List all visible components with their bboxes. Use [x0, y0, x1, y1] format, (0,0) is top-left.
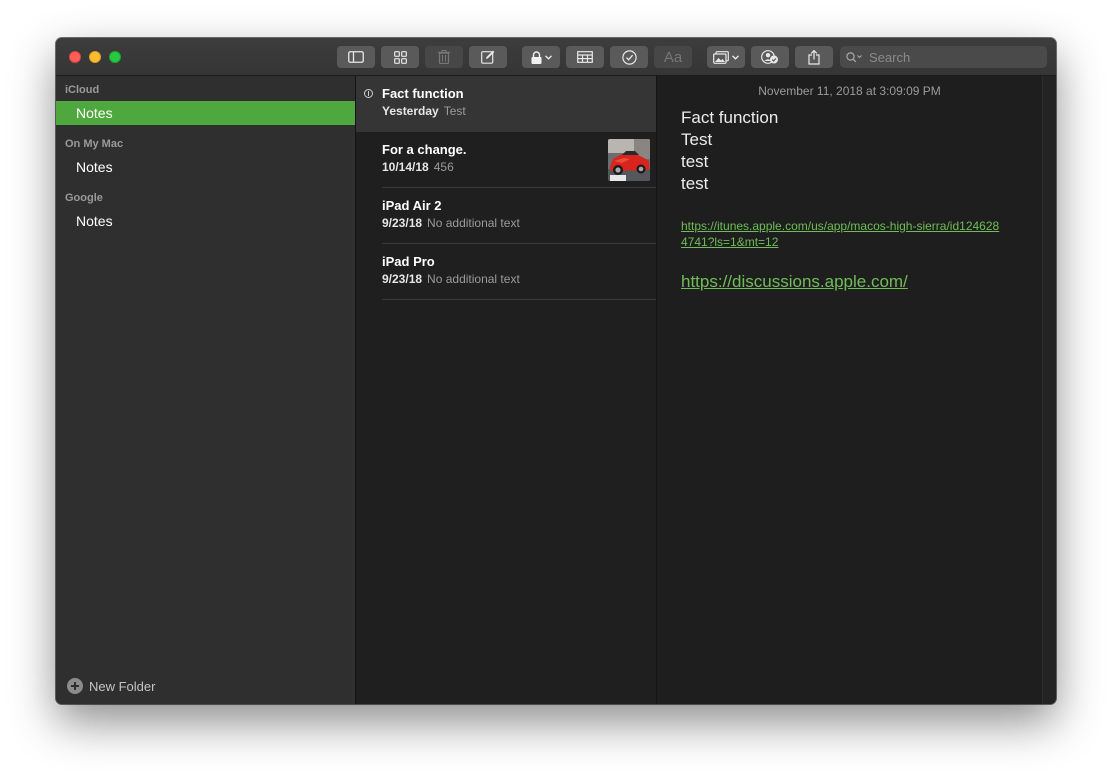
- folder-label: Notes: [76, 159, 113, 175]
- list-item[interactable]: For a change. 10/14/18 456: [356, 132, 656, 188]
- note-thumbnail: [608, 139, 650, 181]
- plus-circle-icon: [67, 678, 83, 694]
- sidebar-item-google-notes[interactable]: Notes: [56, 209, 355, 233]
- new-folder-label: New Folder: [89, 678, 156, 694]
- notes-window: Aa iCloud Notes On My Mac Notes Google N…: [56, 38, 1056, 704]
- checklist-button[interactable]: [610, 46, 648, 68]
- car-photo-icon: [608, 139, 650, 181]
- photo-icon: [713, 50, 729, 64]
- lock-note-button[interactable]: [522, 46, 560, 68]
- folder-label: Notes: [76, 213, 113, 229]
- sidebar-item-icloud-notes[interactable]: Notes: [56, 101, 355, 125]
- note-meta: Yesterday Test: [382, 104, 466, 118]
- compose-icon: [481, 50, 495, 64]
- note-title: For a change.: [382, 142, 467, 157]
- note-meta: 9/23/18 No additional text: [382, 216, 520, 230]
- note-preview: No additional text: [427, 272, 520, 286]
- title-bar: Aa: [56, 38, 1056, 76]
- note-date: 9/23/18: [382, 272, 423, 286]
- list-item[interactable]: iPad Pro 9/23/18 No additional text: [356, 244, 656, 300]
- insert-table-button[interactable]: [566, 46, 604, 68]
- note-title: Fact function: [382, 86, 464, 101]
- checkmark-circle-icon: [621, 49, 637, 65]
- toggle-sidebar-button[interactable]: [337, 46, 375, 68]
- note-meta: 9/23/18 No additional text: [382, 272, 520, 286]
- section-title-google: Google: [65, 192, 103, 204]
- folders-sidebar: iCloud Notes On My Mac Notes Google Note…: [56, 76, 356, 704]
- list-item[interactable]: Fact function Yesterday Test: [356, 76, 656, 132]
- discussions-link[interactable]: https://discussions.apple.com/: [681, 272, 908, 292]
- search-icon: [846, 51, 862, 62]
- folder-label: Notes: [76, 105, 113, 121]
- note-preview: Test: [443, 104, 466, 118]
- close-window-button[interactable]: [69, 51, 81, 63]
- note-meta: 10/14/18 456: [382, 160, 454, 174]
- note-date: Yesterday: [382, 104, 439, 118]
- sidebar-item-on-my-mac-notes[interactable]: Notes: [56, 155, 355, 179]
- zoom-window-button[interactable]: [109, 51, 121, 63]
- trash-icon: [438, 50, 450, 64]
- note-body-line: Test: [681, 130, 713, 149]
- delete-note-button[interactable]: [425, 46, 463, 68]
- note-date: 10/14/18: [382, 160, 429, 174]
- add-media-button[interactable]: [707, 46, 745, 68]
- person-add-icon: [761, 50, 778, 64]
- table-icon: [577, 51, 593, 63]
- gallery-view-button[interactable]: [381, 46, 419, 68]
- note-preview: 456: [433, 160, 454, 174]
- search-field[interactable]: [840, 46, 1047, 68]
- note-body-line: test: [681, 152, 709, 171]
- note-date: 9/23/18: [382, 216, 423, 230]
- section-title-on-my-mac: On My Mac: [65, 138, 124, 150]
- note-body-line: test: [681, 174, 709, 193]
- chevron-down-icon: [732, 54, 739, 60]
- share-button[interactable]: [795, 46, 833, 68]
- note-title: iPad Pro: [382, 254, 435, 269]
- note-preview: No additional text: [427, 216, 520, 230]
- editor-scrollbar[interactable]: [1042, 76, 1056, 704]
- section-title-icloud: iCloud: [65, 84, 100, 96]
- grid-icon: [393, 50, 407, 64]
- format-button[interactable]: Aa: [654, 46, 692, 68]
- share-icon: [808, 49, 820, 65]
- chevron-down-icon: [544, 54, 552, 60]
- new-note-button[interactable]: [469, 46, 507, 68]
- pin-icon: [364, 89, 373, 98]
- note-heading: Fact function: [681, 108, 779, 127]
- note-timestamp: November 11, 2018 at 3:09:09 PM: [758, 84, 941, 98]
- new-folder-button[interactable]: New Folder: [67, 678, 155, 694]
- search-input[interactable]: [867, 48, 1021, 66]
- lock-icon: [531, 50, 541, 64]
- add-people-button[interactable]: [751, 46, 789, 68]
- note-editor[interactable]: November 11, 2018 at 3:09:09 PM Fact fun…: [657, 76, 1042, 704]
- minimize-window-button[interactable]: [89, 51, 101, 63]
- list-item[interactable]: iPad Air 2 9/23/18 No additional text: [356, 188, 656, 244]
- row-divider: [382, 299, 656, 300]
- note-title: iPad Air 2: [382, 198, 442, 213]
- itunes-link[interactable]: https://itunes.apple.com/us/app/macos-hi…: [681, 218, 1001, 250]
- format-label: Aa: [663, 48, 683, 66]
- notes-list: Fact function Yesterday Test For a change…: [356, 76, 657, 704]
- sidebar-icon: [348, 51, 364, 63]
